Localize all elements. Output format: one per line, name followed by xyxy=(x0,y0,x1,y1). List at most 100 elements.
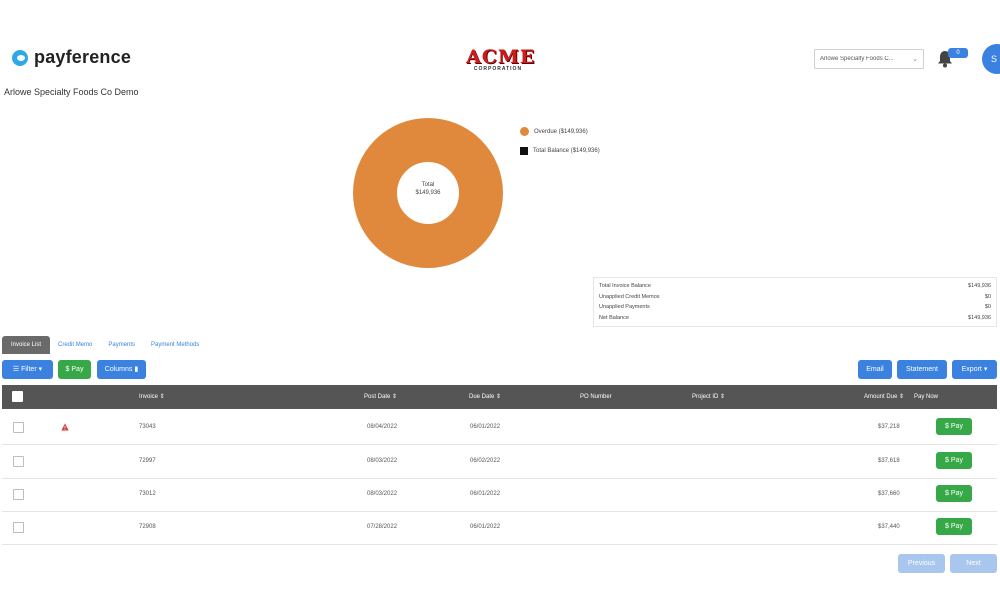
row-checkbox[interactable] xyxy=(13,422,24,433)
invoice-number[interactable]: 73012 xyxy=(139,478,156,511)
column-header-po-number[interactable]: PO Number xyxy=(580,385,612,409)
summary-row: Total Invoice Balance $149,936 xyxy=(599,281,991,292)
account-select[interactable]: Arlowe Specialty Foods C... ⌄ xyxy=(814,49,924,69)
user-avatar[interactable]: S xyxy=(982,44,1000,74)
legend-label-overdue: Overdue ($149,936) xyxy=(534,128,588,135)
warning-icon xyxy=(61,423,69,431)
notification-badge: 0 xyxy=(948,48,968,58)
sort-icon: ⇕ xyxy=(159,394,165,400)
export-button-label: Export xyxy=(961,366,982,373)
legend-swatch-total-balance xyxy=(520,147,528,155)
tab-payments[interactable]: Payments xyxy=(100,336,143,354)
select-all-checkbox[interactable] xyxy=(12,391,23,402)
donut-center-label: Total xyxy=(421,182,435,188)
header-label: Invoice xyxy=(139,394,159,400)
amount-due: $37,218 xyxy=(878,424,900,430)
post-date: 08/03/2022 xyxy=(367,491,398,497)
column-header-pay-now: Pay Now xyxy=(914,394,939,400)
due-date: 06/02/2022 xyxy=(470,458,501,464)
column-header-project-id[interactable]: Project ID ⇕ xyxy=(692,385,725,409)
chevron-down-icon: ⌄ xyxy=(912,56,918,63)
tab-invoice-list[interactable]: Invoice List xyxy=(2,336,51,354)
summary-value: $0 xyxy=(984,293,991,300)
caret-down-icon: ▾ xyxy=(38,366,43,373)
due-date: 06/01/2022 xyxy=(470,424,501,430)
invoice-number[interactable]: 72997 xyxy=(139,445,156,478)
due-date: 06/01/2022 xyxy=(470,491,501,497)
statement-button[interactable]: Statement xyxy=(897,360,947,379)
column-header-post-date[interactable]: Post Date ⇕ xyxy=(364,385,397,409)
row-pay-button[interactable]: $ Pay xyxy=(936,485,972,502)
summary-row: Unapplied Credit Memos $0 xyxy=(599,292,991,303)
columns-button[interactable]: Columns ▮ xyxy=(97,360,146,379)
row-pay-button[interactable]: $ Pay xyxy=(936,418,972,435)
pay-button[interactable]: $ Pay xyxy=(58,360,91,379)
invoice-table-header: Invoice ⇕ Post Date ⇕ Due Date ⇕ PO Numb… xyxy=(2,385,997,409)
summary-value: $149,936 xyxy=(968,283,991,289)
account-select-value: Arlowe Specialty Foods C... xyxy=(820,56,894,62)
company-name: Arlowe Specialty Foods Co Demo xyxy=(4,87,139,97)
invoice-number[interactable]: 72908 xyxy=(139,511,156,544)
summary-row: Net Balance $149,936 xyxy=(599,313,991,324)
row-checkbox[interactable] xyxy=(13,456,24,467)
payference-logo-icon xyxy=(12,49,28,66)
column-header-due-date[interactable]: Due Date ⇕ xyxy=(469,385,501,409)
sort-icon: ⇕ xyxy=(720,394,726,400)
summary-label: Total Invoice Balance xyxy=(599,283,651,289)
row-pay-button[interactable]: $ Pay xyxy=(936,518,972,535)
filter-icon: ☰ xyxy=(12,366,20,373)
legend-item-total-balance[interactable]: Total Balance ($149,936) xyxy=(520,147,600,155)
next-page-button[interactable]: Next xyxy=(950,554,997,573)
previous-page-button[interactable]: Previous xyxy=(898,554,945,573)
table-row: 73012 08/03/2022 06/01/2022 $37,660 $ Pa… xyxy=(2,478,997,512)
acme-logo-text: ACME xyxy=(466,46,536,68)
sort-icon: ⇕ xyxy=(496,394,502,400)
header-label: Post Date xyxy=(364,394,391,400)
invoice-tabs: Invoice List Credit Memo Payments Paymen… xyxy=(2,336,207,354)
tab-credit-memo[interactable]: Credit Memo xyxy=(50,336,100,354)
filter-button[interactable]: ☰ Filter ▾ xyxy=(2,360,53,379)
acme-logo-subtext: CORPORATION xyxy=(473,66,523,72)
sort-icon: ⇕ xyxy=(899,394,905,400)
donut-center: Total $149,936 xyxy=(403,182,453,198)
brand-name: payference xyxy=(34,47,132,67)
header-label: Due Date xyxy=(469,394,495,400)
due-date: 06/01/2022 xyxy=(470,524,501,530)
table-row: 72908 07/28/2022 06/01/2022 $37,440 $ Pa… xyxy=(2,511,997,545)
amount-due: $37,660 xyxy=(878,491,900,497)
summary-row: Unapplied Payments $0 xyxy=(599,302,991,313)
email-button[interactable]: Email xyxy=(858,360,892,379)
summary-value: $149,936 xyxy=(968,314,991,321)
row-checkbox[interactable] xyxy=(13,522,24,533)
amount-due: $37,618 xyxy=(878,458,900,464)
post-date: 08/04/2022 xyxy=(367,424,398,430)
table-row: 73043 08/04/2022 06/01/2022 $37,218 $ Pa… xyxy=(2,411,997,445)
acme-logo: ACME CORPORATION xyxy=(466,46,536,72)
caret-down-icon: ▾ xyxy=(983,366,988,373)
legend-item-overdue[interactable]: Overdue ($149,936) xyxy=(520,127,588,136)
post-date: 08/03/2022 xyxy=(367,458,398,464)
table-row: 72997 08/03/2022 06/02/2022 $37,618 $ Pa… xyxy=(2,445,997,479)
export-button[interactable]: Export ▾ xyxy=(952,360,997,379)
sort-icon: ⇕ xyxy=(392,394,398,400)
donut-center-value: $149,936 xyxy=(415,189,441,196)
header-label: Amount Due xyxy=(864,394,898,400)
post-date: 07/28/2022 xyxy=(367,524,398,530)
row-checkbox[interactable] xyxy=(13,489,24,500)
legend-label-total-balance: Total Balance ($149,936) xyxy=(533,148,600,154)
legend-swatch-overdue xyxy=(520,127,529,136)
balance-summary: Total Invoice Balance $149,936 Unapplied… xyxy=(593,277,997,327)
filter-button-label: Filter xyxy=(21,366,37,373)
row-pay-button[interactable]: $ Pay xyxy=(936,452,972,469)
header-label: Project ID xyxy=(692,394,719,400)
column-header-invoice[interactable]: Invoice ⇕ xyxy=(139,385,165,409)
summary-label: Net Balance xyxy=(599,314,629,321)
columns-icon: ▮ xyxy=(134,366,139,373)
amount-due: $37,440 xyxy=(878,524,900,530)
summary-label: Unapplied Payments xyxy=(599,304,650,310)
summary-label: Unapplied Credit Memos xyxy=(599,293,660,300)
column-header-amount-due[interactable]: Amount Due ⇕ xyxy=(864,385,904,409)
invoice-number[interactable]: 73043 xyxy=(139,411,156,444)
payference-logo[interactable]: payference xyxy=(12,47,131,68)
tab-payment-methods[interactable]: Payment Methods xyxy=(143,336,207,354)
